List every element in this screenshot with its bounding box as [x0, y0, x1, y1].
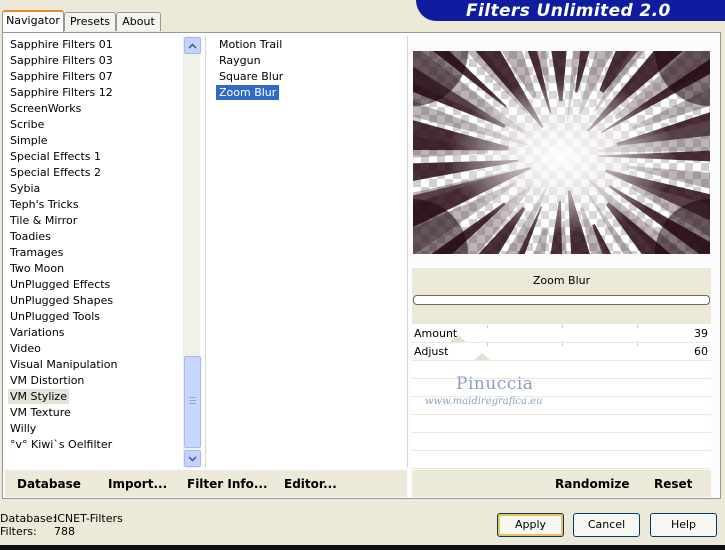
- editor-button[interactable]: Editor...: [284, 477, 337, 491]
- status-database-value: ICNET-Filters: [54, 512, 123, 525]
- category-item[interactable]: Special Effects 1: [8, 149, 103, 164]
- category-item[interactable]: UnPlugged Shapes: [8, 293, 115, 308]
- cancel-button[interactable]: Cancel: [573, 513, 640, 537]
- slider-tick: [637, 343, 638, 346]
- slider-adjust-knob[interactable]: [474, 353, 490, 360]
- category-item[interactable]: Sybia: [8, 181, 42, 196]
- preview-image: [413, 51, 710, 254]
- category-scrollbar[interactable]: [183, 36, 201, 468]
- category-item[interactable]: ScreenWorks: [8, 101, 83, 116]
- category-item[interactable]: Video: [8, 341, 43, 356]
- category-item[interactable]: Sapphire Filters 03: [8, 53, 115, 68]
- category-item[interactable]: Willy: [8, 421, 38, 436]
- slider-tick: [637, 325, 638, 328]
- slider-adjust-value: 60: [694, 345, 708, 358]
- scroll-down-button[interactable]: [184, 450, 201, 467]
- category-item[interactable]: Sapphire Filters 01: [8, 37, 115, 52]
- status-filters-label: Filters:: [0, 525, 37, 538]
- status-filters-value: 788: [54, 525, 75, 538]
- filter-name-panel: Zoom Blur: [412, 268, 711, 324]
- slider-adjust-label: Adjust: [414, 345, 449, 358]
- filter-item[interactable]: Zoom Blur: [216, 85, 280, 100]
- filter-name-label: Zoom Blur: [532, 274, 591, 287]
- status-database-label: Database:: [0, 512, 57, 525]
- import-button[interactable]: Import...: [108, 477, 167, 491]
- slider-tick: [487, 325, 488, 328]
- category-item[interactable]: UnPlugged Tools: [8, 309, 102, 324]
- filter-list[interactable]: Motion Trail Raygun Square Blur Zoom Blur: [205, 36, 405, 468]
- category-item[interactable]: Sapphire Filters 07: [8, 69, 115, 84]
- category-item[interactable]: VM Distortion: [8, 373, 86, 388]
- filter-item[interactable]: Raygun: [216, 53, 264, 68]
- status-info: Database:ICNET-Filters Filters: 788: [0, 512, 123, 538]
- category-item[interactable]: Scribe: [8, 117, 46, 132]
- slider-tick: [562, 343, 563, 346]
- navigator-toolbar: Database Import... Filter Info... Editor…: [5, 470, 407, 497]
- category-item[interactable]: Teph's Tricks: [8, 197, 81, 212]
- watermark-name: Pinuccia: [456, 374, 534, 394]
- filter-preview: [413, 51, 710, 254]
- randomize-button[interactable]: Randomize: [555, 477, 629, 491]
- filter-item[interactable]: Square Blur: [216, 69, 286, 84]
- category-item[interactable]: VM Stylize: [8, 389, 69, 404]
- category-item[interactable]: Variations: [8, 325, 67, 340]
- category-item[interactable]: Tramages: [8, 245, 65, 260]
- help-button[interactable]: Help: [650, 513, 717, 537]
- progress-bar: [413, 295, 710, 305]
- slider-tick: [487, 343, 488, 346]
- category-list[interactable]: Sapphire Filters 01 Sapphire Filters 03 Sa…: [5, 36, 183, 468]
- category-item[interactable]: UnPlugged Effects: [8, 277, 112, 292]
- slider-tick: [562, 325, 563, 328]
- app-banner: Filters Unlimited 2.0: [416, 0, 725, 21]
- category-item[interactable]: Tile & Mirror: [8, 213, 79, 228]
- category-item[interactable]: °v° Kiwi`s Oelfilter: [8, 437, 114, 452]
- app-title: Filters Unlimited 2.0: [466, 1, 671, 21]
- chevron-down-icon: [188, 455, 197, 462]
- slider-row-empty: [412, 433, 711, 451]
- chevron-up-icon: [188, 42, 197, 49]
- tab-navigator[interactable]: Navigator: [2, 10, 64, 32]
- slider-row-empty: [412, 415, 711, 433]
- slider-row-empty: [412, 451, 711, 469]
- window-edge: [0, 545, 725, 550]
- panel-divider: [407, 36, 408, 468]
- tab-presets[interactable]: Presets: [64, 12, 116, 31]
- tab-about[interactable]: About: [116, 12, 161, 31]
- category-item[interactable]: Special Effects 2: [8, 165, 103, 180]
- reset-button[interactable]: Reset: [654, 477, 692, 491]
- category-item[interactable]: Sapphire Filters 12: [8, 85, 115, 100]
- slider-adjust[interactable]: Adjust 60: [412, 343, 711, 361]
- category-item[interactable]: VM Texture: [8, 405, 73, 420]
- slider-amount[interactable]: Amount 39: [412, 325, 711, 343]
- filter-info-button[interactable]: Filter Info...: [187, 477, 268, 491]
- apply-button[interactable]: Apply: [497, 513, 564, 537]
- filter-item[interactable]: Motion Trail: [216, 37, 285, 52]
- category-item[interactable]: Two Moon: [8, 261, 66, 276]
- grip-icon: [189, 397, 196, 404]
- preview-toolbar: Randomize Reset: [412, 470, 711, 497]
- category-item[interactable]: Simple: [8, 133, 50, 148]
- slider-amount-value: 39: [694, 327, 708, 340]
- watermark-url: www.maidiregrafica.eu: [425, 396, 543, 407]
- scroll-up-button[interactable]: [184, 37, 201, 54]
- category-item[interactable]: Visual Manipulation: [8, 357, 119, 372]
- database-button[interactable]: Database: [17, 477, 81, 491]
- category-item[interactable]: Toadies: [8, 229, 53, 244]
- scroll-thumb[interactable]: [184, 356, 201, 448]
- slider-amount-label: Amount: [414, 327, 458, 340]
